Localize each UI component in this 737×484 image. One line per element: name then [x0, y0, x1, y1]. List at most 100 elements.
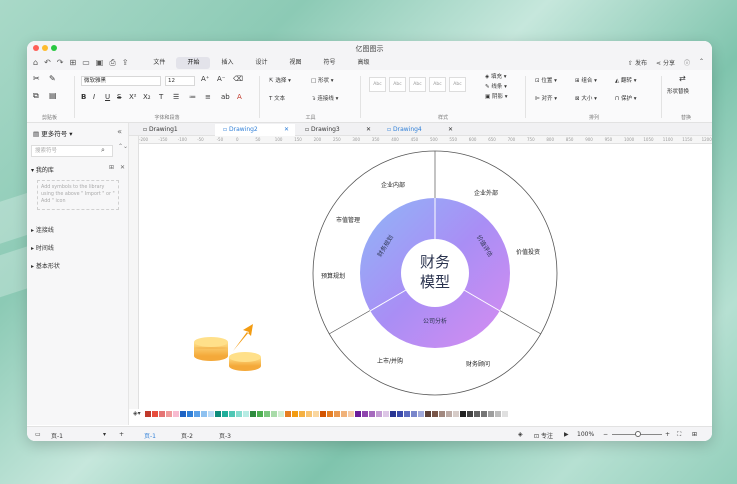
format-painter-icon[interactable]: ✎ — [49, 74, 56, 83]
page-dropdown-icon[interactable]: ▾ — [103, 431, 106, 438]
color-swatch[interactable] — [165, 410, 172, 417]
color-swatch[interactable] — [200, 410, 207, 417]
close-tab-icon[interactable]: ✕ — [366, 124, 371, 136]
shrink-font-icon[interactable]: A⁻ — [217, 75, 225, 83]
page-select[interactable]: 页-1 — [51, 431, 63, 440]
replace-shape-button[interactable]: 形状替换 — [667, 87, 689, 95]
save-icon[interactable]: ▣ — [96, 58, 104, 68]
clear-format-icon[interactable]: ⌫ — [233, 75, 243, 83]
color-swatch[interactable] — [249, 410, 256, 417]
color-swatch[interactable] — [305, 410, 312, 417]
italic-icon[interactable]: I — [93, 93, 95, 101]
line-button[interactable]: ✎ 线条 ▾ — [485, 82, 507, 90]
scroll-arrows-icon[interactable]: ⌃⌄ — [118, 143, 128, 150]
section-basic-shapes[interactable]: ▸ 基本形状 — [31, 261, 60, 270]
color-swatch[interactable] — [389, 410, 396, 417]
color-swatch[interactable] — [333, 410, 340, 417]
protect-button[interactable]: ⊓ 保护 ▾ — [615, 94, 637, 102]
color-swatch[interactable] — [347, 410, 354, 417]
color-swatch[interactable] — [256, 410, 263, 417]
menu-advanced[interactable]: 高级 — [347, 57, 381, 69]
color-swatch[interactable] — [452, 410, 459, 417]
color-swatch[interactable] — [235, 410, 242, 417]
color-swatch[interactable] — [326, 410, 333, 417]
more-symbols-button[interactable]: ▤ 更多符号 ▾ — [33, 128, 73, 138]
copy-icon[interactable]: ⧉ — [33, 91, 39, 101]
style-preset-5[interactable]: Abc — [449, 77, 466, 92]
text-tool[interactable]: T 文本 — [269, 94, 285, 102]
bold-icon[interactable]: B — [81, 93, 86, 101]
color-swatch[interactable] — [501, 410, 508, 417]
color-swatch[interactable] — [179, 410, 186, 417]
share-button[interactable]: ⋖ 分享 — [656, 58, 675, 67]
color-swatch[interactable] — [186, 410, 193, 417]
select-tool[interactable]: ⇱ 选择 ▾ — [269, 76, 291, 84]
color-swatch[interactable] — [424, 410, 431, 417]
size-button[interactable]: ⊠ 大小 ▾ — [575, 94, 597, 102]
color-swatch[interactable] — [361, 410, 368, 417]
menu-view[interactable]: 视图 — [278, 57, 312, 69]
color-swatch[interactable] — [214, 410, 221, 417]
zoom-out-icon[interactable]: − — [603, 431, 608, 438]
import-icon[interactable]: ⊞ — [109, 164, 114, 171]
font-color-icon[interactable]: A — [237, 93, 242, 101]
color-swatch[interactable] — [466, 410, 473, 417]
coins-illustration[interactable] — [194, 324, 261, 371]
play-icon[interactable]: ▶ — [564, 431, 569, 438]
color-swatch[interactable] — [431, 410, 438, 417]
color-swatch[interactable] — [221, 410, 228, 417]
page-tab-2[interactable]: 页-2 — [181, 431, 193, 440]
fullscreen-icon[interactable]: ⊞ — [692, 431, 697, 438]
color-swatch[interactable] — [284, 410, 291, 417]
search-icon[interactable]: ⌕ — [101, 146, 105, 155]
style-preset-4[interactable]: Abc — [429, 77, 446, 92]
zoom-slider-thumb[interactable] — [635, 431, 641, 437]
highlight-icon[interactable]: ab — [221, 93, 230, 101]
color-swatch[interactable] — [312, 410, 319, 417]
help-icon[interactable]: ⓘ — [684, 58, 690, 67]
home-icon[interactable]: ⌂ — [33, 58, 38, 68]
new-file-icon[interactable]: ⊞ — [69, 58, 76, 68]
export-icon[interactable]: ⇪ — [122, 58, 129, 68]
zoom-level[interactable]: 100% — [577, 431, 594, 438]
color-swatch[interactable] — [494, 410, 501, 417]
font-name-select[interactable]: 微软雅黑 — [81, 76, 161, 86]
close-tab-icon[interactable]: ✕ — [284, 124, 289, 136]
subscript-icon[interactable]: X₂ — [143, 93, 151, 101]
align-text-icon[interactable]: ≡ — [205, 93, 211, 101]
my-library-section[interactable]: ▾ 我的库 — [31, 165, 54, 174]
connector-tool[interactable]: ↴ 连接线 ▾ — [311, 94, 338, 102]
color-swatch[interactable] — [368, 410, 375, 417]
style-preset-1[interactable]: Abc — [369, 77, 386, 92]
color-swatch[interactable] — [144, 410, 151, 417]
color-swatch[interactable] — [319, 410, 326, 417]
superscript-icon[interactable]: X² — [129, 93, 137, 101]
section-timeline[interactable]: ▸ 时间线 — [31, 243, 54, 252]
color-swatch[interactable] — [354, 410, 361, 417]
style-preset-2[interactable]: Abc — [389, 77, 406, 92]
bullets-icon[interactable]: ≔ — [189, 93, 196, 101]
section-connectors[interactable]: ▸ 连接线 — [31, 225, 54, 234]
page-tab-3[interactable]: 页-3 — [219, 431, 231, 440]
color-swatch[interactable] — [298, 410, 305, 417]
rotate-button[interactable]: ◭ 翻转 ▾ — [615, 76, 637, 84]
tab-drawing2[interactable]: ▫ Drawing2 ✕ — [215, 124, 295, 136]
underline-icon[interactable]: U — [105, 93, 110, 101]
fill-bucket-icon[interactable]: ◈▾ — [133, 410, 141, 417]
color-swatch[interactable] — [459, 410, 466, 417]
color-swatch[interactable] — [410, 410, 417, 417]
menu-file[interactable]: 文件 — [142, 57, 176, 69]
color-swatch[interactable] — [172, 410, 179, 417]
color-swatch[interactable] — [158, 410, 165, 417]
color-swatch[interactable] — [340, 410, 347, 417]
color-swatch[interactable] — [263, 410, 270, 417]
shadow-button[interactable]: ▣ 阴影 ▾ — [485, 92, 507, 100]
color-swatch[interactable] — [291, 410, 298, 417]
focus-button[interactable]: ⊡ 专注 — [534, 431, 553, 440]
collapse-ribbon-icon[interactable]: ⌃ — [699, 58, 704, 67]
line-spacing-icon[interactable]: ☰ — [173, 93, 179, 101]
close-library-icon[interactable]: ✕ — [120, 164, 125, 171]
color-swatch[interactable] — [277, 410, 284, 417]
color-swatch[interactable] — [207, 410, 214, 417]
publish-button[interactable]: ⇧ 发布 — [628, 58, 647, 67]
